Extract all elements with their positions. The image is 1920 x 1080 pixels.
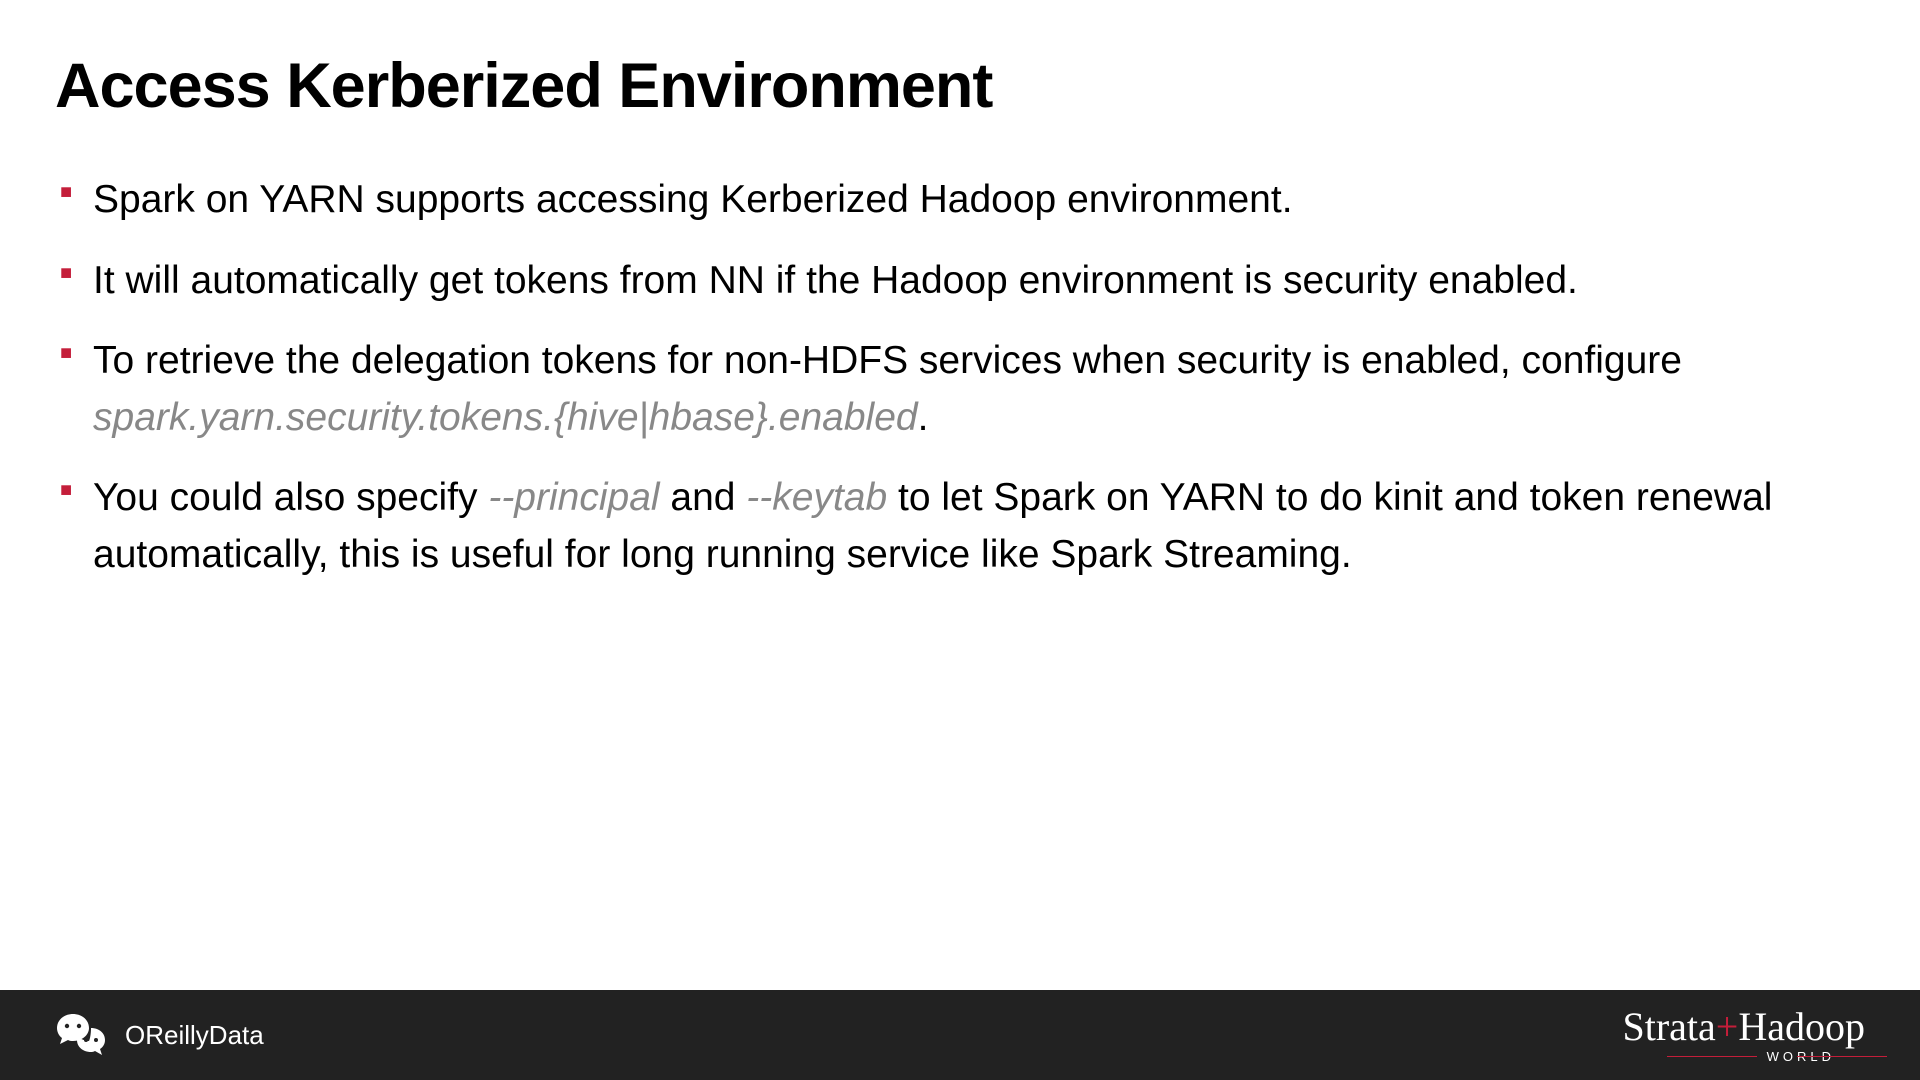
footer: OReillyData Strata+Hadoop WORLD <box>0 990 1920 1080</box>
bullet-text: and <box>660 476 747 519</box>
bullet-text: . <box>918 396 929 439</box>
logo-part-1: Strata <box>1622 1004 1715 1049</box>
logo-plus: + <box>1716 1004 1739 1049</box>
bullet-text: It will automatically get tokens from NN… <box>93 259 1578 302</box>
bullet-text: Spark on YARN supports accessing Kerberi… <box>93 178 1293 221</box>
logo-subtitle: WORLD <box>1737 1049 1865 1064</box>
bullet-item: It will automatically get tokens from NN… <box>55 253 1865 310</box>
bullet-code: spark.yarn.security.tokens.{hive|hbase}.… <box>93 396 918 439</box>
footer-brand: OReillyData <box>125 1020 264 1051</box>
slide-title: Access Kerberized Environment <box>55 50 1865 122</box>
bullet-list: Spark on YARN supports accessing Kerberi… <box>55 172 1865 583</box>
strata-hadoop-logo: Strata+Hadoop <box>1622 1007 1865 1047</box>
bullet-item: Spark on YARN supports accessing Kerberi… <box>55 172 1865 229</box>
footer-left: OReillyData <box>55 1012 264 1058</box>
bullet-text: You could also specify <box>93 476 488 519</box>
logo-part-2: Hadoop <box>1738 1004 1865 1049</box>
slide-content: Access Kerberized Environment Spark on Y… <box>0 0 1920 583</box>
bullet-code: --keytab <box>746 476 887 519</box>
bullet-code: --principal <box>488 476 659 519</box>
bullet-item: You could also specify --principal and -… <box>55 470 1865 583</box>
bullet-item: To retrieve the delegation tokens for no… <box>55 333 1865 446</box>
bullet-text: To retrieve the delegation tokens for no… <box>93 339 1682 382</box>
footer-right: Strata+Hadoop WORLD <box>1622 1007 1865 1064</box>
chat-icon <box>55 1012 107 1058</box>
